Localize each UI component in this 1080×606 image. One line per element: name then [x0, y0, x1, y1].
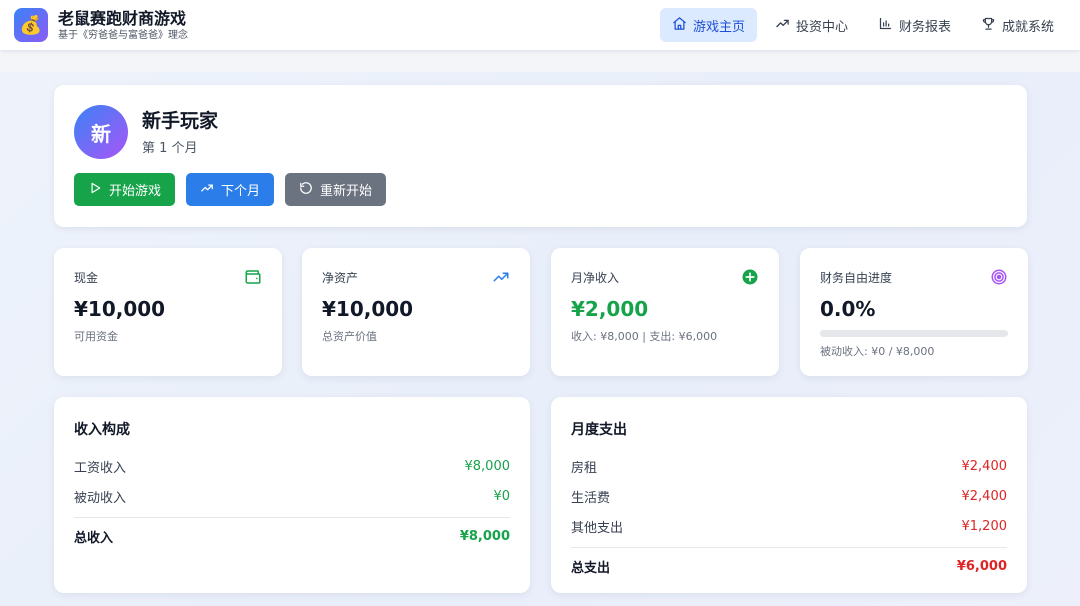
divider: [74, 517, 510, 518]
expense-row: 生活费 ¥2,400: [571, 481, 1007, 511]
top-bar: 💰 老鼠赛跑财商游戏 基于《穷爸爸与富爸爸》理念 游戏主页 投资中心 财务报表: [0, 0, 1080, 50]
expense-row-amount: ¥1,200: [961, 518, 1008, 534]
cash-label: 现金: [74, 270, 99, 285]
wallet-icon: [244, 268, 262, 286]
player-info: 新 新手玩家 第 1 个月: [74, 105, 1007, 159]
start-game-button[interactable]: 开始游戏: [74, 173, 176, 206]
income-row: 被动收入 ¥0: [74, 481, 510, 511]
restart-button[interactable]: 重新开始: [285, 173, 387, 206]
monthly-expenses-card: 月度支出 房租 ¥2,400 生活费 ¥2,400 其他支出 ¥1,200 总支…: [551, 397, 1027, 593]
expense-total-label: 总支出: [571, 560, 611, 576]
nav-item-home[interactable]: 游戏主页: [659, 8, 757, 42]
bar-chart-icon: [878, 16, 893, 35]
cash-sub: 可用资金: [74, 330, 118, 343]
expense-row-amount: ¥2,400: [961, 488, 1008, 504]
monthly-net-label: 月净收入: [571, 270, 620, 285]
freedom-progress-bar: [820, 330, 1008, 337]
app-title: 老鼠赛跑财商游戏: [58, 8, 187, 28]
trending-up-icon: [492, 268, 510, 286]
cash-card: 现金 ¥10,000 可用资金: [54, 248, 282, 376]
restart-label: 重新开始: [320, 184, 373, 199]
net-worth-label: 净资产: [322, 270, 359, 285]
nav-item-label: 游戏主页: [692, 19, 745, 35]
expense-row: 其他支出 ¥1,200: [571, 511, 1007, 541]
current-month: 第 1 个月: [142, 140, 198, 156]
freedom-label: 财务自由进度: [820, 270, 893, 285]
trending-up-icon: [775, 16, 790, 35]
freedom-value: 0.0%: [820, 297, 876, 321]
expense-row-amount: ¥2,400: [961, 458, 1008, 474]
divider: [571, 547, 1007, 548]
nav-item-label: 成就系统: [1001, 19, 1054, 35]
restart-icon: [299, 181, 313, 199]
monthly-net-value: ¥2,000: [571, 297, 649, 321]
avatar: 新: [74, 105, 128, 159]
money-bag-icon: 💰: [14, 8, 48, 42]
player-name: 新手玩家: [142, 109, 219, 132]
expense-total-amount: ¥6,000: [956, 558, 1007, 574]
cash-value: ¥10,000: [74, 297, 166, 321]
trophy-icon: [981, 16, 996, 35]
expense-row-label: 房租: [571, 460, 598, 476]
expense-total-row: 总支出 ¥6,000: [571, 551, 1007, 581]
nav-item-achievements[interactable]: 成就系统: [969, 8, 1066, 42]
nav-item-investment[interactable]: 投资中心: [763, 8, 860, 42]
freedom-sub: 被动收入: ¥0 / ¥8,000: [820, 345, 935, 358]
monthly-net-sub: 收入: ¥8,000 | 支出: ¥6,000: [571, 330, 718, 343]
brand: 💰 老鼠赛跑财商游戏 基于《穷爸爸与富爸爸》理念: [14, 8, 188, 42]
plus-circle-icon: [741, 268, 759, 286]
trending-up-icon: [200, 181, 214, 199]
net-worth-value: ¥10,000: [322, 297, 414, 321]
income-row: 工资收入 ¥8,000: [74, 451, 510, 481]
net-worth-sub: 总资产价值: [322, 330, 377, 343]
income-title: 收入构成: [74, 422, 130, 438]
income-total-row: 总收入 ¥8,000: [74, 521, 510, 551]
expense-row-label: 生活费: [571, 490, 611, 506]
expense-row-label: 其他支出: [571, 520, 624, 536]
start-game-label: 开始游戏: [109, 184, 162, 199]
nav-item-reports[interactable]: 财务报表: [866, 8, 963, 42]
income-row-label: 工资收入: [74, 460, 127, 476]
income-total-amount: ¥8,000: [459, 528, 510, 544]
next-month-label: 下个月: [221, 184, 261, 199]
income-breakdown-card: 收入构成 工资收入 ¥8,000 被动收入 ¥0 总收入 ¥8,000: [54, 397, 530, 593]
target-icon: [990, 268, 1008, 286]
sub-bar: [0, 50, 1080, 72]
app-subtitle: 基于《穷爸爸与富爸爸》理念: [58, 29, 188, 41]
home-icon: [672, 16, 687, 35]
action-buttons: 开始游戏 下个月 重新开始: [74, 173, 1007, 206]
expenses-title: 月度支出: [571, 422, 627, 438]
income-total-label: 总收入: [74, 530, 114, 546]
player-card: 新 新手玩家 第 1 个月 开始游戏 下个月 重新开始: [54, 85, 1027, 227]
expense-row: 房租 ¥2,400: [571, 451, 1007, 481]
income-row-amount: ¥8,000: [464, 458, 511, 474]
nav-item-label: 财务报表: [898, 19, 951, 35]
main-nav: 游戏主页 投资中心 财务报表 成就系统: [659, 8, 1066, 42]
income-row-amount: ¥0: [493, 488, 510, 504]
income-row-label: 被动收入: [74, 490, 127, 506]
next-month-button[interactable]: 下个月: [186, 173, 275, 206]
net-worth-card: 净资产 ¥10,000 总资产价值: [302, 248, 530, 376]
play-icon: [88, 181, 102, 199]
monthly-net-card: 月净收入 ¥2,000 收入: ¥8,000 | 支出: ¥6,000: [551, 248, 779, 376]
nav-item-label: 投资中心: [795, 19, 848, 35]
financial-freedom-card: 财务自由进度 0.0% 被动收入: ¥0 / ¥8,000: [800, 248, 1028, 376]
brand-text: 老鼠赛跑财商游戏 基于《穷爸爸与富爸爸》理念: [58, 9, 188, 42]
